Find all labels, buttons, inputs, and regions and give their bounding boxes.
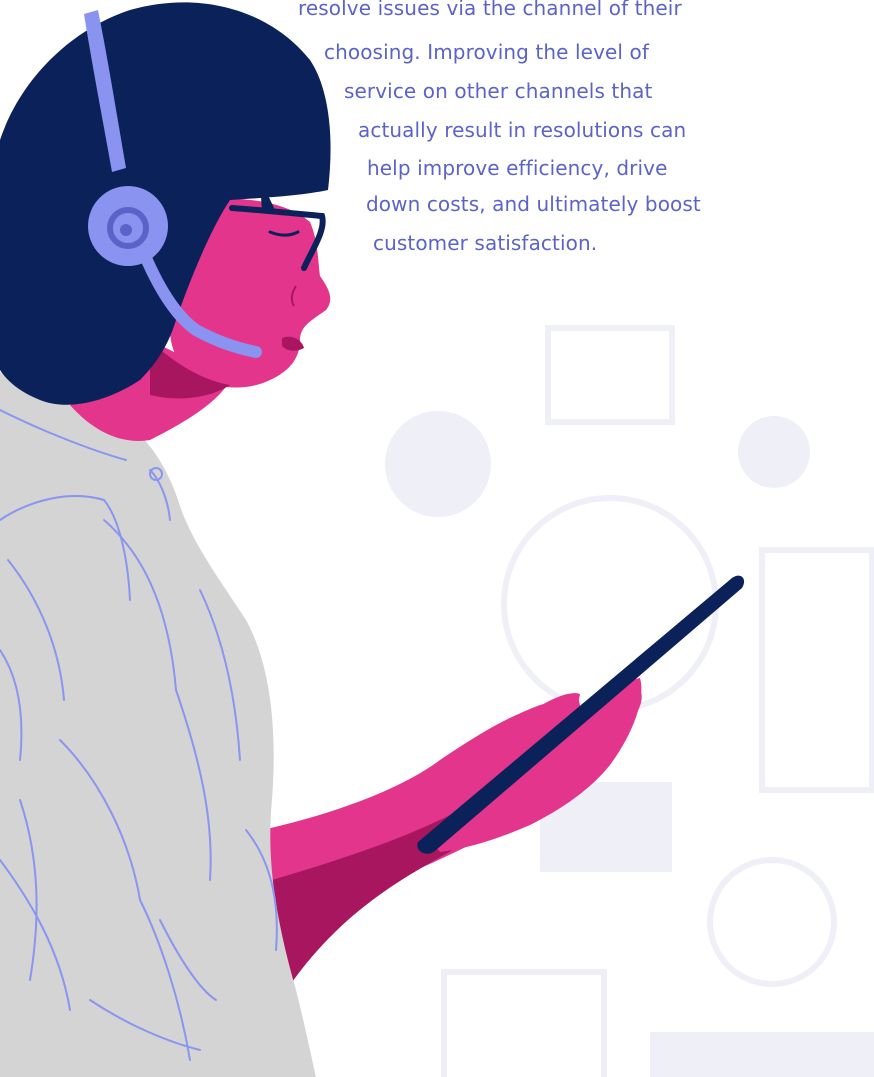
- decor-dot-right: [738, 416, 810, 488]
- decor-ring-large: [501, 495, 719, 713]
- decor-dot-left: [385, 411, 491, 517]
- decor-block-bottom: [650, 1032, 874, 1077]
- torso: [0, 372, 316, 1077]
- decor-ring-small: [707, 857, 837, 987]
- shirt: [0, 372, 316, 1077]
- earcup-center: [120, 224, 132, 236]
- decor-square-top: [545, 325, 675, 425]
- illustration: [0, 2, 874, 1077]
- decor-square-bottom: [441, 969, 607, 1077]
- decor-rect-tall: [759, 547, 874, 793]
